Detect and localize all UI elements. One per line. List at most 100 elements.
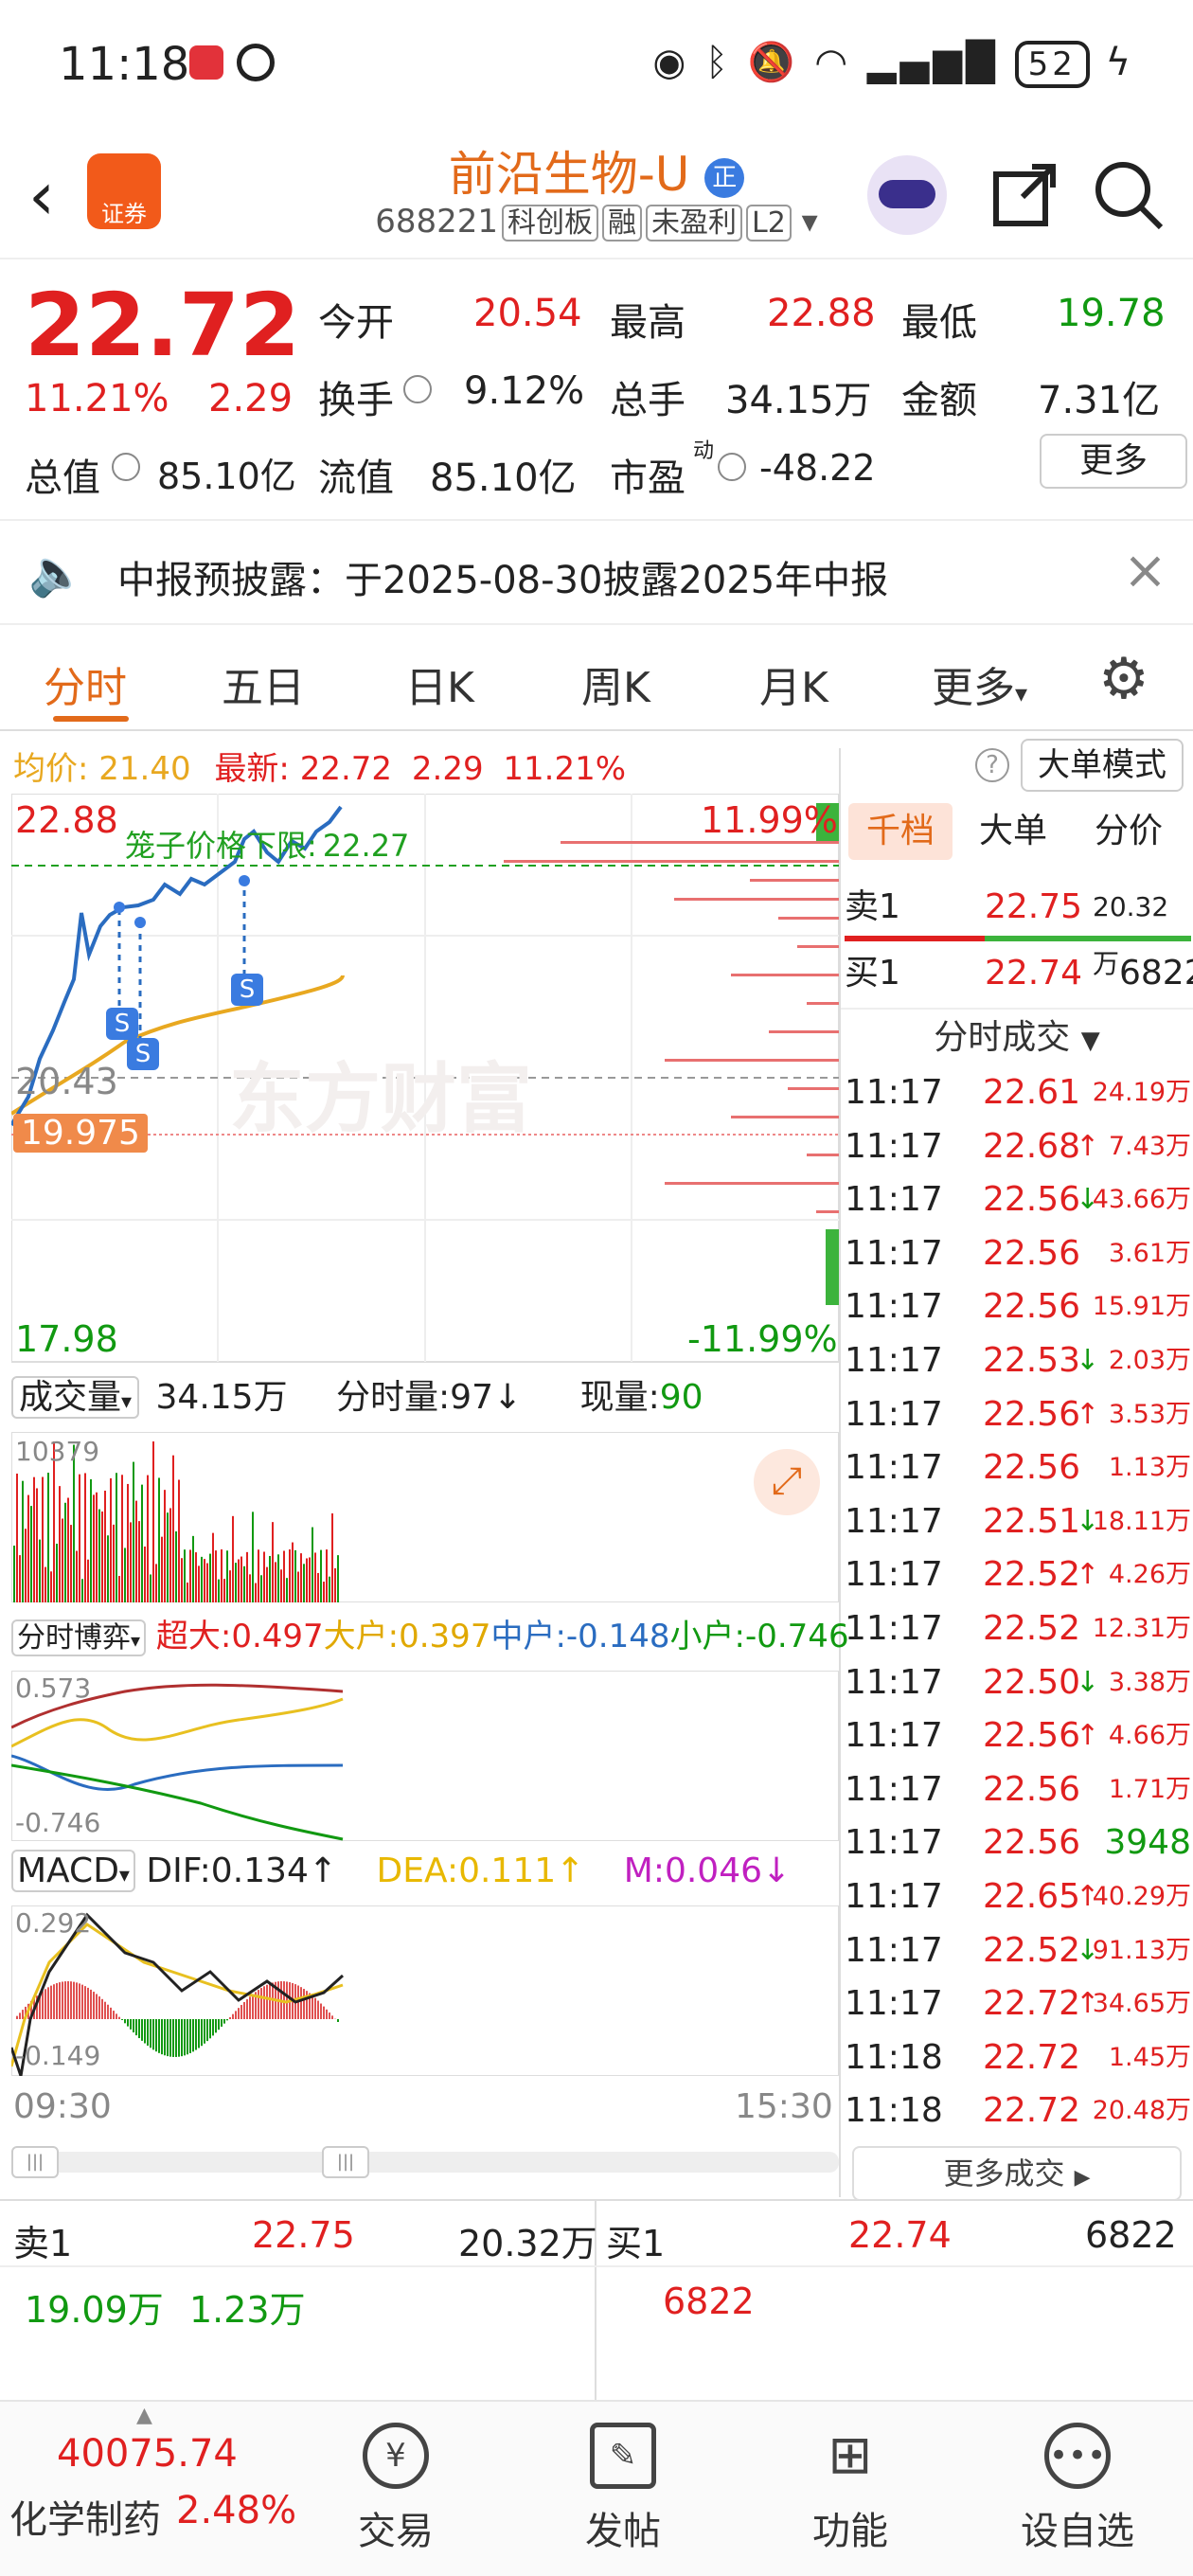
low-value: 19.78 bbox=[1057, 292, 1166, 335]
volume-bar bbox=[269, 1555, 271, 1602]
game-chart bbox=[11, 1671, 839, 1841]
volume-bar bbox=[39, 1539, 41, 1602]
volume-bar bbox=[229, 1570, 231, 1602]
volume-bar bbox=[249, 1574, 251, 1602]
volume-bar bbox=[144, 1547, 146, 1602]
open-label: 今开 bbox=[318, 301, 394, 345]
macd-bar bbox=[189, 2019, 191, 2053]
ob-sell-vol: 20.32万 bbox=[458, 2223, 597, 2264]
game-selector[interactable]: 分时博弈▾ bbox=[11, 1619, 147, 1656]
scroll-handle-left[interactable]: ||| bbox=[11, 2146, 59, 2178]
ob-buy-sub1: 6822 bbox=[663, 2281, 755, 2322]
tab-weekly-k[interactable]: 周K bbox=[581, 653, 650, 714]
info-icon[interactable] bbox=[403, 375, 432, 403]
more-ticks-button[interactable]: 更多成交 ▶ bbox=[852, 2146, 1182, 2201]
notice-bar[interactable]: 🔈 中报预披露：于2025-08-30披露2025年中报 × bbox=[0, 519, 1193, 625]
nav-functions[interactable]: ⊞ 功能 bbox=[784, 2402, 917, 2555]
caret-down-icon: ▾ bbox=[1015, 680, 1028, 708]
volume-bar bbox=[27, 1494, 29, 1602]
last-chg: 2.29 bbox=[411, 750, 484, 788]
eye-icon: ◉ bbox=[652, 41, 690, 84]
big-order-mode-button[interactable]: 大单模式 bbox=[1021, 739, 1184, 792]
volume-bar bbox=[118, 1576, 120, 1602]
macd-bar bbox=[116, 2013, 117, 2019]
tick-time: 11:17 bbox=[845, 1233, 943, 1273]
tick-time: 11:17 bbox=[845, 1716, 943, 1756]
tick-volume: 3.61万 bbox=[1108, 1238, 1191, 1268]
wifi-icon: ◠ bbox=[814, 41, 852, 84]
help-icon[interactable]: ? bbox=[975, 748, 1009, 782]
status-icons: ◉ ᛒ 🔕 ◠ ▂▄▆█ 52 ϟ bbox=[652, 40, 1134, 88]
tab-monthly-k[interactable]: 月K bbox=[759, 653, 828, 714]
volume-bar bbox=[275, 1562, 276, 1602]
macd-bar bbox=[158, 2019, 160, 2053]
macd-bar bbox=[169, 2019, 171, 2057]
chevron-down-icon[interactable]: ▾ bbox=[802, 203, 818, 241]
volume-bar bbox=[161, 1536, 163, 1602]
tick-row: 11:17 22.53 ↓ 2.03万 bbox=[845, 1334, 1191, 1387]
rp-ticks-title[interactable]: 分时成交 ▼ bbox=[841, 1008, 1193, 1064]
macd-bar bbox=[127, 2019, 129, 2027]
volume-bar bbox=[221, 1549, 223, 1602]
info-icon[interactable] bbox=[112, 453, 140, 481]
info-icon[interactable] bbox=[718, 453, 746, 481]
volume-bar bbox=[215, 1550, 217, 1602]
sell-marker[interactable]: S bbox=[127, 1038, 159, 1070]
tab-intraday[interactable]: 分时 bbox=[44, 653, 127, 714]
sell-marker[interactable]: S bbox=[231, 974, 263, 1006]
ob-buy-price: 22.74 bbox=[848, 2214, 952, 2256]
macd-bar bbox=[226, 2019, 228, 2021]
volume-bar bbox=[317, 1572, 319, 1602]
rp-sell1-price: 22.75 bbox=[985, 887, 1083, 926]
macd-selector[interactable]: MACD▾ bbox=[11, 1850, 135, 1892]
volume-bar bbox=[76, 1550, 78, 1602]
volume-chart bbox=[11, 1432, 839, 1602]
rp-tab-depth[interactable]: 千档 bbox=[848, 803, 953, 860]
volume-bar bbox=[22, 1480, 24, 1602]
index-value: 40075.74 bbox=[57, 2432, 238, 2476]
low-label: 最低 bbox=[901, 301, 977, 345]
rp-tab-big-order[interactable]: 大单 bbox=[979, 794, 1047, 869]
nav-trade[interactable]: ¥ 交易 bbox=[329, 2402, 462, 2555]
time-scrollbar[interactable]: ||| ||| bbox=[11, 2146, 839, 2178]
macd-bar bbox=[172, 2019, 174, 2057]
volume-bar bbox=[121, 1475, 123, 1602]
rp-buy1-label: 买1 bbox=[845, 954, 900, 993]
macd-bar bbox=[90, 1989, 92, 2019]
volume-bar bbox=[184, 1549, 186, 1602]
share-icon[interactable] bbox=[985, 155, 1064, 235]
sell-marker[interactable]: S bbox=[106, 1008, 138, 1040]
volume-bar bbox=[73, 1444, 75, 1602]
tick-volume: 4.66万 bbox=[1108, 1721, 1191, 1751]
sector-ticker[interactable]: ▲ 40075.74 化学制药 2.48% bbox=[9, 2402, 296, 2576]
tab-five-day[interactable]: 五日 bbox=[222, 653, 305, 714]
macd-bar bbox=[181, 2019, 183, 2057]
volume-bar bbox=[286, 1578, 288, 1602]
tick-volume: 20.48万 bbox=[1092, 2096, 1191, 2126]
nav-add-watchlist[interactable]: ••• 设自选 bbox=[1011, 2402, 1144, 2555]
rp-tab-price-dist[interactable]: 分价 bbox=[1095, 794, 1163, 869]
macd-bar bbox=[232, 2013, 234, 2019]
macd-bar bbox=[93, 1992, 95, 2019]
macd-bar bbox=[45, 1989, 46, 2019]
volume-bar bbox=[141, 1484, 143, 1602]
macd-bar bbox=[187, 2019, 188, 2055]
huawei-icon bbox=[189, 45, 223, 80]
high-value: 22.88 bbox=[767, 292, 876, 335]
tick-direction: ↑ bbox=[1076, 1719, 1100, 1753]
rp-buy1-price: 22.74 bbox=[985, 954, 1083, 993]
search-icon[interactable] bbox=[1089, 155, 1168, 235]
volume-bar bbox=[223, 1579, 225, 1602]
tick-time: 11:17 bbox=[845, 1501, 943, 1541]
scroll-handle-right[interactable]: ||| bbox=[322, 2146, 369, 2178]
ai-robot-icon[interactable] bbox=[867, 155, 947, 235]
volume-selector[interactable]: 成交量▾ bbox=[11, 1376, 140, 1419]
expand-icon[interactable]: ⤢ bbox=[754, 1449, 820, 1515]
more-quote-button[interactable]: 更多 bbox=[1040, 434, 1187, 489]
macd-bar bbox=[175, 2019, 177, 2057]
settings-gear-icon[interactable]: ⚙ bbox=[1098, 646, 1149, 712]
tab-daily-k[interactable]: 日K bbox=[405, 653, 474, 714]
tab-more[interactable]: 更多▾ bbox=[932, 653, 1027, 714]
close-icon[interactable]: × bbox=[1123, 540, 1167, 601]
nav-post[interactable]: ✎ 发帖 bbox=[557, 2402, 689, 2555]
